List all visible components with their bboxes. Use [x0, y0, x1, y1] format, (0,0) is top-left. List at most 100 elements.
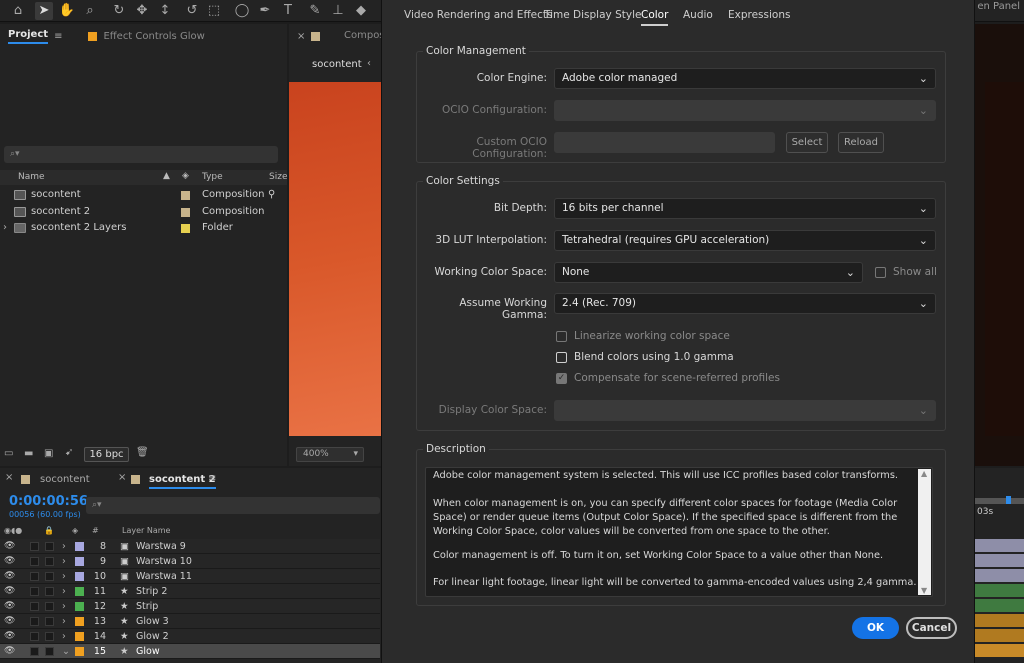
expand-chevron-icon[interactable]: ›	[62, 569, 66, 584]
brush-tool-icon[interactable]: ✎	[306, 2, 324, 20]
new-composition-icon[interactable]: ▣	[44, 448, 53, 459]
lock-toggle[interactable]	[45, 572, 54, 581]
layer-name[interactable]: Strip 2	[136, 584, 167, 599]
ellipse-tool-icon[interactable]: ◯	[233, 2, 251, 20]
track-bar[interactable]	[975, 554, 1024, 567]
lock-toggle[interactable]	[45, 647, 54, 656]
tab-time-display-style[interactable]: Time Display Style	[544, 9, 641, 21]
column-type[interactable]: Type	[202, 172, 223, 182]
layer-row[interactable]: 👁 › 11 ★ Strip 2	[0, 584, 380, 599]
new-folder-icon[interactable]: ▬	[24, 448, 33, 459]
track-bar[interactable]	[975, 539, 1024, 552]
trash-icon[interactable]: 🗑	[136, 447, 149, 458]
layer-row[interactable]: 👁 › 10 ▣ Warstwa 11	[0, 569, 380, 584]
layer-name[interactable]: Warstwa 11	[136, 569, 192, 584]
pan-tool-icon[interactable]: ✥	[133, 2, 151, 20]
layer-row[interactable]: 👁 ⌄ 15 ★ Glow	[0, 644, 380, 659]
sort-up-icon[interactable]: ▲	[163, 171, 170, 181]
eye-icon[interactable]: 👁	[4, 644, 15, 659]
expand-chevron-icon[interactable]: ›	[62, 629, 66, 644]
layer-row[interactable]: 👁 › 13 ★ Glow 3	[0, 614, 380, 629]
close-icon[interactable]: ×	[297, 31, 305, 42]
label-color[interactable]	[75, 602, 84, 611]
expand-chevron-icon[interactable]: ›	[62, 584, 66, 599]
layer-row[interactable]: 👁 › 14 ★ Glow 2	[0, 629, 380, 644]
lock-toggle[interactable]	[45, 632, 54, 641]
project-item[interactable]: socontent Composition ⚲	[0, 187, 287, 203]
comp-breadcrumb[interactable]: socontent	[312, 59, 362, 70]
dolly-tool-icon[interactable]: ↕	[156, 2, 174, 20]
ok-button[interactable]: OK	[852, 617, 899, 639]
label-color[interactable]	[75, 617, 84, 626]
solo-toggle[interactable]	[30, 647, 39, 656]
panel-menu-icon[interactable]: ≡	[208, 473, 216, 484]
show-all-checkbox[interactable]	[875, 267, 886, 278]
layer-name[interactable]: Strip	[136, 599, 158, 614]
eraser-tool-icon[interactable]: ◆	[352, 2, 370, 20]
track-bar[interactable]	[975, 644, 1024, 657]
expand-chevron-icon[interactable]: ›	[62, 539, 66, 554]
solo-toggle[interactable]	[30, 617, 39, 626]
stamp-tool-icon[interactable]: ⊥	[329, 2, 347, 20]
display-space-select[interactable]: ⌄	[554, 400, 936, 421]
layer-name[interactable]: Glow 2	[136, 629, 169, 644]
hand-tool-icon[interactable]: ✋	[58, 2, 76, 20]
home-icon[interactable]: ⌂	[9, 2, 27, 20]
column-layer-name[interactable]: Layer Name	[122, 526, 170, 535]
label-color[interactable]	[75, 647, 84, 656]
solo-toggle[interactable]	[30, 602, 39, 611]
workspace-label[interactable]: en Panel	[977, 1, 1020, 12]
tab-expressions[interactable]: Expressions	[728, 9, 790, 21]
lut-interpolation-select[interactable]: Tetrahedral (requires GPU acceleration) …	[554, 230, 936, 251]
close-icon[interactable]: ×	[5, 472, 13, 483]
chevron-left-icon[interactable]: ‹	[367, 58, 371, 69]
layer-name[interactable]: Glow 3	[136, 614, 169, 629]
layer-row[interactable]: 👁 › 9 ▣ Warstwa 10	[0, 554, 380, 569]
expand-chevron-icon[interactable]: ⌄	[62, 644, 70, 659]
expand-chevron-icon[interactable]: ›	[62, 554, 66, 569]
interpret-footage-icon[interactable]: ▭	[4, 448, 13, 459]
column-size[interactable]: Size	[269, 172, 287, 182]
zoom-select[interactable]: 400% ▾	[296, 447, 364, 462]
solo-toggle[interactable]	[30, 542, 39, 551]
column-name[interactable]: Name	[18, 172, 45, 182]
eye-icon[interactable]: 👁	[4, 569, 15, 584]
rotate-tool-icon[interactable]: ↺	[183, 2, 201, 20]
tab-project[interactable]: Project	[8, 29, 49, 44]
eye-icon[interactable]: 👁	[4, 554, 15, 569]
label-color[interactable]	[75, 632, 84, 641]
tab-audio[interactable]: Audio	[683, 9, 713, 21]
lock-toggle[interactable]	[45, 617, 54, 626]
lock-toggle[interactable]	[45, 587, 54, 596]
timeline-search-input[interactable]: ⌕▾	[86, 497, 380, 514]
layer-name[interactable]: Warstwa 9	[136, 539, 186, 554]
solo-toggle[interactable]	[30, 557, 39, 566]
selection-tool-icon[interactable]: ➤	[35, 2, 53, 20]
lock-toggle[interactable]	[45, 602, 54, 611]
compensate-checkbox[interactable]: ✓	[556, 373, 567, 384]
linearize-checkbox[interactable]	[556, 331, 567, 342]
bpc-button[interactable]: 16 bpc	[84, 447, 129, 462]
current-time[interactable]: 0:00:00:56	[9, 494, 88, 509]
tag-icon[interactable]: ◈	[182, 171, 189, 181]
render-icon[interactable]: ➹	[65, 447, 73, 458]
pan-behind-icon[interactable]: ⬚	[205, 2, 223, 20]
cancel-button[interactable]: Cancel	[906, 617, 957, 639]
expand-chevron-icon[interactable]: ›	[62, 599, 66, 614]
select-button[interactable]: Select	[786, 132, 828, 153]
solo-toggle[interactable]	[30, 572, 39, 581]
solo-toggle[interactable]	[30, 587, 39, 596]
lock-toggle[interactable]	[45, 557, 54, 566]
solo-toggle[interactable]	[30, 632, 39, 641]
eye-icon[interactable]: 👁	[4, 614, 15, 629]
bit-depth-select[interactable]: 16 bits per channel ⌄	[554, 198, 936, 219]
playhead[interactable]	[1006, 496, 1011, 504]
layer-name[interactable]: Warstwa 10	[136, 554, 192, 569]
track-bar[interactable]	[975, 584, 1024, 597]
eye-icon[interactable]: 👁	[4, 584, 15, 599]
close-icon[interactable]: ×	[118, 472, 126, 483]
track-bar[interactable]	[975, 614, 1024, 627]
project-item[interactable]: › socontent 2 Layers Folder	[0, 220, 287, 236]
label-color[interactable]	[75, 572, 84, 581]
label-color[interactable]	[75, 542, 84, 551]
